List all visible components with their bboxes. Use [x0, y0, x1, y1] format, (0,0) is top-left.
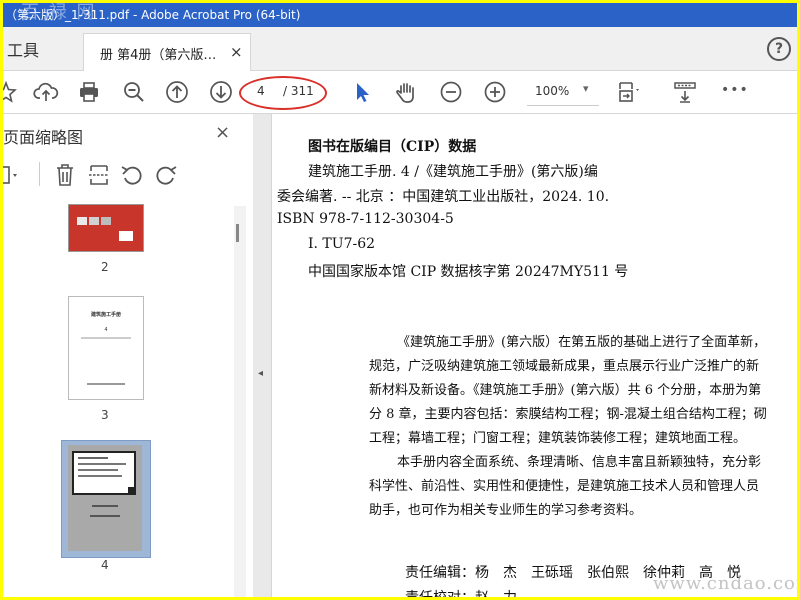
text-line	[78, 469, 118, 471]
thumbnail-panel: 页面缩略图 × 2 建筑施工手册 4 3 4	[3, 114, 254, 597]
responsible-proofreader: 责任校对：赵 力	[405, 587, 517, 597]
barcode-icon	[119, 231, 133, 241]
text-line	[90, 515, 120, 517]
thumbnail-options-icon[interactable]	[3, 164, 29, 186]
page-up-icon[interactable]	[164, 79, 190, 105]
cip-line: ISBN 978-7-112-30304-5	[277, 211, 454, 227]
divider	[39, 162, 40, 186]
body-line: 科学性、前沿性、实用性和便捷性，是建筑施工技术人员和管理人员	[369, 479, 760, 494]
tab-tools[interactable]: 工具	[7, 37, 39, 61]
extract-page-icon[interactable]	[87, 162, 111, 188]
tab-document-label: 册 第4册（第六版…	[100, 48, 217, 63]
cover-image	[89, 217, 99, 225]
scroll-mode-icon[interactable]	[672, 79, 698, 105]
watermark-top: 百 禄 网	[21, 3, 97, 23]
hand-icon[interactable]	[393, 79, 419, 105]
thumbnail-page-2[interactable]	[68, 204, 144, 252]
page-total: / 311	[283, 84, 314, 98]
body-line: 工程；幕墙工程；门窗工程；建筑装饰装修工程；建筑地面工程。	[369, 431, 747, 446]
page-fit-icon[interactable]	[615, 79, 641, 105]
rotate-left-icon[interactable]	[119, 162, 145, 188]
scrollbar-thumb[interactable]	[236, 224, 239, 242]
body-line: 新材料及新设备。《建筑施工手册》(第六版）共 6 个分册，本册为第	[369, 383, 762, 398]
thumbnail-book-title: 建筑施工手册	[90, 312, 121, 318]
body-line: 本手册内容全面系统、条理清晰、信息丰富且新颖独特，充分彰	[397, 455, 762, 470]
more-icon[interactable]: •••	[721, 82, 749, 98]
view-region-handle[interactable]	[128, 487, 134, 493]
toolbar: 4 / 311 100% ▾ •••	[3, 71, 797, 114]
tab-bar: 工具 册 第4册（第六版… × ?	[3, 27, 797, 71]
zoom-out-search-icon[interactable]	[121, 79, 147, 105]
zoom-value: 100%	[535, 84, 570, 98]
cip-line: 中国国家版本馆 CIP 数据核字第 20247MY511 号	[308, 264, 629, 280]
star-icon[interactable]	[3, 79, 19, 105]
body-line: 《建筑施工手册》(第六版）在第五版的基础上进行了全面革新，	[397, 335, 767, 350]
rotate-right-icon[interactable]	[153, 162, 179, 188]
thumbnail-page-4	[68, 445, 142, 551]
text-line	[78, 463, 126, 465]
thumbnail-list: 2 建筑施工手册 4 3 4	[3, 204, 235, 597]
page-down-icon[interactable]	[208, 79, 234, 105]
cloud-upload-icon[interactable]	[33, 79, 59, 105]
cip-line: 建筑施工手册. 4 /《建筑施工手册》(第六版)编	[308, 164, 598, 180]
help-icon[interactable]: ?	[767, 37, 791, 61]
panel-toolbar	[3, 158, 243, 192]
thumbnail-scrollbar[interactable]	[234, 206, 246, 597]
collapse-arrow-icon: ◂	[258, 368, 264, 379]
cover-image	[101, 217, 111, 225]
thumbnail-page-number: 3	[101, 408, 109, 422]
zoom-out-icon[interactable]	[438, 79, 464, 105]
thumbnail-book-volume: 4	[104, 327, 108, 333]
body-line: 规范，广泛吸纳建筑施工领域最新成果，重点展示行业广泛推广的新	[369, 359, 760, 374]
print-icon[interactable]	[76, 79, 102, 105]
thumbnail-page-3[interactable]: 建筑施工手册 4	[68, 296, 144, 400]
text-line	[78, 475, 122, 477]
text-line	[78, 457, 108, 459]
cip-title: 图书在版编目（CIP）数据	[308, 139, 477, 155]
trash-icon[interactable]	[53, 162, 77, 188]
title-bar: （第六版）_1-311.pdf - Adobe Acrobat Pro (64-…	[3, 3, 797, 27]
watermark-bottom: www.cndao.com	[653, 573, 797, 594]
body-line: 助手，也可作为相关专业师生的学习参考资料。	[369, 503, 643, 518]
text-line	[92, 505, 118, 507]
panel-collapse-handle[interactable]: ◂	[253, 114, 272, 597]
zoom-in-icon[interactable]	[482, 79, 508, 105]
text-line	[87, 383, 125, 385]
cip-line: Ⅰ. TU7-62	[308, 236, 376, 252]
cip-line: 委会编著. -- 北京 ：中国建筑工业出版社，2024. 10.	[277, 189, 610, 205]
select-cursor-icon[interactable]	[349, 79, 375, 105]
thumbnail-page-number: 4	[101, 558, 109, 572]
document-view[interactable]: 图书在版编目（CIP）数据 建筑施工手册. 4 /《建筑施工手册》(第六版)编 …	[272, 114, 797, 597]
panel-close-icon[interactable]: ×	[215, 122, 230, 143]
tab-close-icon[interactable]: ×	[230, 43, 243, 61]
chevron-down-icon: ▾	[583, 82, 589, 95]
tab-document[interactable]: 册 第4册（第六版… ×	[83, 33, 251, 71]
body-line: 分 8 章，主要内容包括：索膜结构工程；钢-混凝土组合结构工程；砌	[369, 407, 767, 422]
thumbnail-page-number: 2	[101, 260, 109, 274]
panel-title: 页面缩略图	[3, 128, 84, 147]
acrobat-window: （第六版）_1-311.pdf - Adobe Acrobat Pro (64-…	[3, 3, 797, 597]
zoom-select[interactable]: 100% ▾	[527, 77, 599, 106]
cover-image	[77, 217, 87, 225]
page-number-input[interactable]: 4	[257, 84, 265, 98]
thumbnail-page-4-selected[interactable]	[61, 440, 151, 558]
text-line	[81, 337, 131, 339]
